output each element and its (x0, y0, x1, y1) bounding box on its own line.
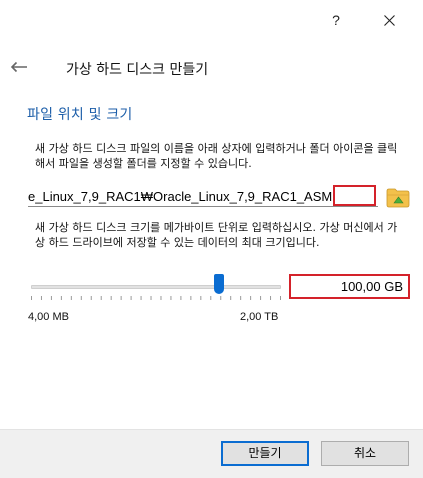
slider-thumb[interactable] (213, 274, 224, 294)
file-path-input[interactable]: e_Linux_7,9_RAC1₩Oracle_Linux_7,9_RAC1_A… (28, 186, 378, 207)
slider-ticks (31, 296, 281, 300)
size-slider[interactable] (31, 272, 281, 302)
help-button[interactable]: ? (313, 0, 359, 40)
slider-track (31, 285, 281, 289)
cancel-button[interactable]: 취소 (321, 441, 409, 466)
location-description: 새 가상 하드 디스크 파일의 이름을 아래 상자에 입력하거나 폴더 아이콘을… (35, 142, 398, 170)
section-title: 파일 위치 및 크기 (27, 107, 133, 123)
back-button[interactable] (6, 54, 32, 80)
folder-icon (386, 188, 410, 208)
button-bar: 만들기 취소 (0, 429, 423, 478)
title-bar: ? (0, 0, 423, 40)
size-description: 새 가상 하드 디스크 크기를 메가바이트 단위로 입력하십시오. 가상 머신에… (35, 221, 398, 249)
path-suffix-highlight (333, 185, 376, 206)
arrow-left-icon (10, 61, 27, 73)
create-button[interactable]: 만들기 (221, 441, 309, 466)
wizard-header: 가상 하드 디스크 만들기 (0, 50, 423, 86)
wizard-title: 가상 하드 디스크 만들기 (66, 62, 209, 78)
close-icon (383, 14, 395, 26)
slider-max-label: 2,00 TB (240, 311, 279, 323)
slider-min-label: 4,00 MB (28, 311, 69, 323)
size-input[interactable]: 100,00 GB (289, 274, 410, 299)
folder-browse-button[interactable] (386, 186, 410, 208)
close-button[interactable] (366, 0, 412, 40)
